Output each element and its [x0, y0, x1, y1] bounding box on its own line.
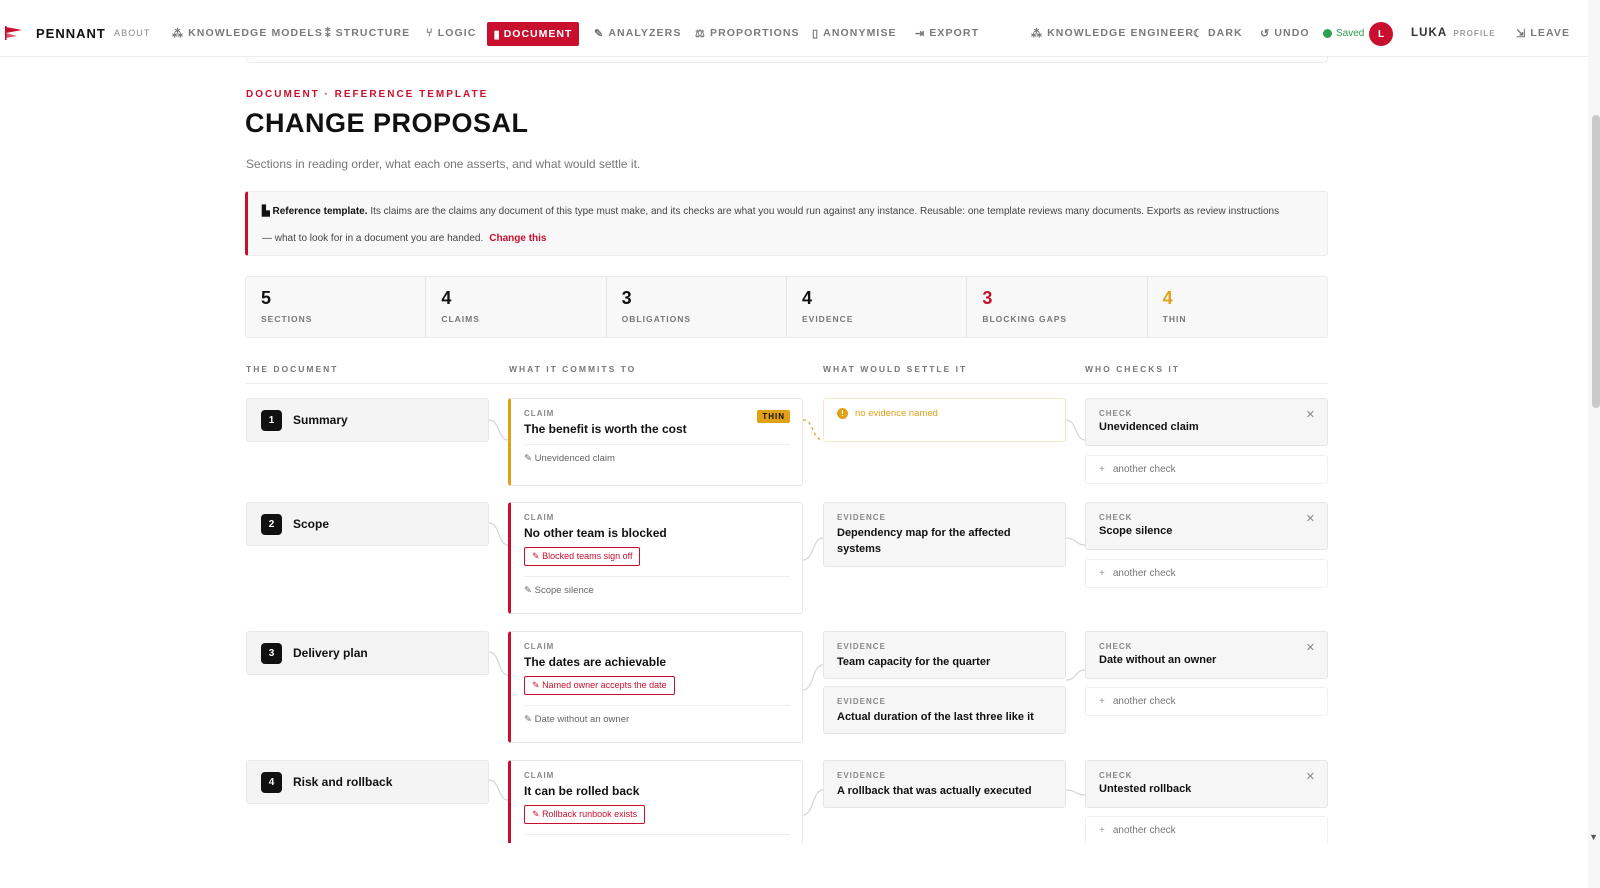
close-icon[interactable]: ✕ — [1306, 641, 1315, 654]
check-card[interactable]: CHECK Unevidenced claim ✕ — [1085, 398, 1328, 446]
about-link[interactable]: ABOUT — [114, 0, 151, 66]
section-scope[interactable]: 2 Scope — [246, 502, 489, 546]
pennant-logo-icon[interactable] — [5, 0, 23, 66]
stats-bar: 5 SECTIONS 4 CLAIMS 3 OBLIGATIONS 4 EVIDENCE… — [245, 276, 1328, 338]
check-card[interactable]: CHECK Untested rollback ✕ — [1085, 760, 1328, 808]
brand-name[interactable]: PENNANT — [36, 0, 106, 66]
moon-icon: ☾ — [1193, 27, 1204, 40]
page-subtitle: Sections in reading order, what each one… — [246, 157, 641, 171]
claim-check-link[interactable]: ✎ Date without an owner — [524, 706, 790, 735]
obligation-tag[interactable]: ✎ Blocked teams sign off — [524, 547, 641, 566]
pencil-icon: ✎ — [594, 27, 605, 40]
close-icon[interactable]: ✕ — [1306, 512, 1315, 525]
stat-blocking-gaps: 3 BLOCKING GAPS — [967, 277, 1148, 337]
branch-icon: ⑂ — [426, 27, 434, 39]
check-card[interactable]: CHECK Date without an owner ✕ — [1085, 631, 1328, 679]
claim-check-link[interactable]: ✎ Scope silence — [524, 577, 790, 606]
no-evidence-slot[interactable]: ! no evidence named — [823, 398, 1066, 442]
obligation-tag[interactable]: ✎ Rollback runbook exists — [524, 805, 646, 824]
add-check-button[interactable]: + another check — [1085, 816, 1328, 845]
claim-card[interactable]: CLAIM The benefit is worth the cost THIN… — [508, 398, 803, 486]
section-summary[interactable]: 1 Summary — [246, 398, 489, 442]
app-window: PENNANT ABOUT ⁂ KNOWLEDGE MODELS ⁑ STRUCTU… — [0, 0, 1600, 888]
plus-icon: + — [1099, 464, 1105, 475]
divider — [246, 383, 1328, 384]
stat-claims: 4 CLAIMS — [426, 277, 607, 337]
plus-icon: + — [1099, 825, 1105, 836]
network-icon: ⁂ — [1031, 27, 1044, 40]
claim-card[interactable]: CLAIM No other team is blocked ✎ Blocked… — [508, 502, 803, 614]
evidence-card[interactable]: EVIDENCE Actual duration of the last thre… — [823, 686, 1066, 734]
undo-icon: ↺ — [1260, 27, 1271, 40]
top-navigation-bar: PENNANT ABOUT ⁂ KNOWLEDGE MODELS ⁑ STRUCTU… — [0, 0, 1588, 57]
plus-icon: + — [1099, 568, 1105, 579]
claim-check-link[interactable]: ✎ Unevidenced claim — [524, 445, 790, 474]
nav-document[interactable]: ▮ DOCUMENT — [487, 22, 579, 46]
close-icon[interactable]: ✕ — [1306, 408, 1315, 421]
pin-icon: ✎ — [532, 809, 540, 819]
evidence-card[interactable]: EVIDENCE A rollback that was actually exe… — [823, 760, 1066, 808]
stat-obligations: 3 OBLIGATIONS — [607, 277, 787, 337]
column-header-document: THE DOCUMENT — [246, 364, 339, 374]
section-delivery-plan[interactable]: 3 Delivery plan — [246, 631, 489, 675]
column-header-checks: WHO CHECKS IT — [1085, 364, 1180, 374]
viewport-bottom — [0, 843, 1588, 888]
saved-status: Saved — [1323, 0, 1364, 66]
network-icon: ⁂ — [172, 27, 185, 40]
column-header-settle: WHAT WOULD SETTLE IT — [823, 364, 968, 374]
obligation-tag[interactable]: ✎ Named owner accepts the date — [524, 676, 675, 695]
pencil-icon: ✎ — [524, 714, 532, 725]
scroll-down-icon[interactable]: ▼ — [1589, 832, 1598, 842]
page-title: CHANGE PROPOSAL — [245, 108, 529, 138]
section-risk-and-rollback[interactable]: 4 Risk and rollback — [246, 760, 489, 804]
scrollbar-thumb[interactable] — [1592, 115, 1600, 408]
add-check-button[interactable]: + another check — [1085, 559, 1328, 588]
column-header-commits: WHAT IT COMMITS TO — [509, 364, 637, 374]
pencil-icon: ✎ — [524, 585, 532, 596]
collapsed-panel-edge — [246, 57, 1328, 63]
scale-icon: ⚖ — [695, 27, 706, 40]
page-eyebrow: DOCUMENT · REFERENCE TEMPLATE — [246, 89, 489, 100]
lock-icon: ▯ — [812, 27, 820, 40]
stat-evidence: 4 EVIDENCE — [787, 277, 968, 337]
pencil-icon: ✎ — [524, 453, 532, 464]
template-icon: ▙ — [262, 206, 270, 217]
document-icon: ▮ — [493, 28, 501, 41]
claim-card[interactable]: CLAIM The dates are achievable ✎ Named o… — [508, 631, 803, 743]
profile-link[interactable]: LUKA PROFILE — [1411, 0, 1496, 66]
plus-icon: + — [1099, 696, 1105, 707]
add-check-button[interactable]: + another check — [1085, 687, 1328, 716]
pin-icon: ✎ — [532, 680, 540, 690]
structure-icon: ⁑ — [325, 27, 332, 40]
change-template-link[interactable]: Change this — [489, 233, 546, 244]
reference-template-notice: ▙ Reference template. Its claims are the… — [245, 191, 1328, 256]
logout-icon: ⇲ — [1516, 27, 1527, 40]
avatar[interactable]: L — [1369, 22, 1393, 46]
check-card[interactable]: CHECK Scope silence ✕ — [1085, 502, 1328, 550]
stat-thin: 4 THIN — [1162, 288, 1187, 324]
leave-button[interactable]: ⇲ LEAVE — [1516, 0, 1570, 66]
evidence-card[interactable]: EVIDENCE Team capacity for the quarter — [823, 631, 1066, 679]
close-icon[interactable]: ✕ — [1306, 770, 1315, 783]
stat-sections: 5 SECTIONS — [246, 277, 427, 337]
export-icon: ⇥ — [915, 27, 926, 40]
add-check-button[interactable]: + another check — [1085, 455, 1328, 484]
check-circle-icon — [1323, 28, 1332, 38]
thin-badge: THIN — [757, 410, 790, 423]
evidence-card[interactable]: EVIDENCE Dependency map for the affected … — [823, 502, 1066, 567]
warning-icon: ! — [837, 408, 848, 419]
pin-icon: ✎ — [532, 551, 540, 561]
